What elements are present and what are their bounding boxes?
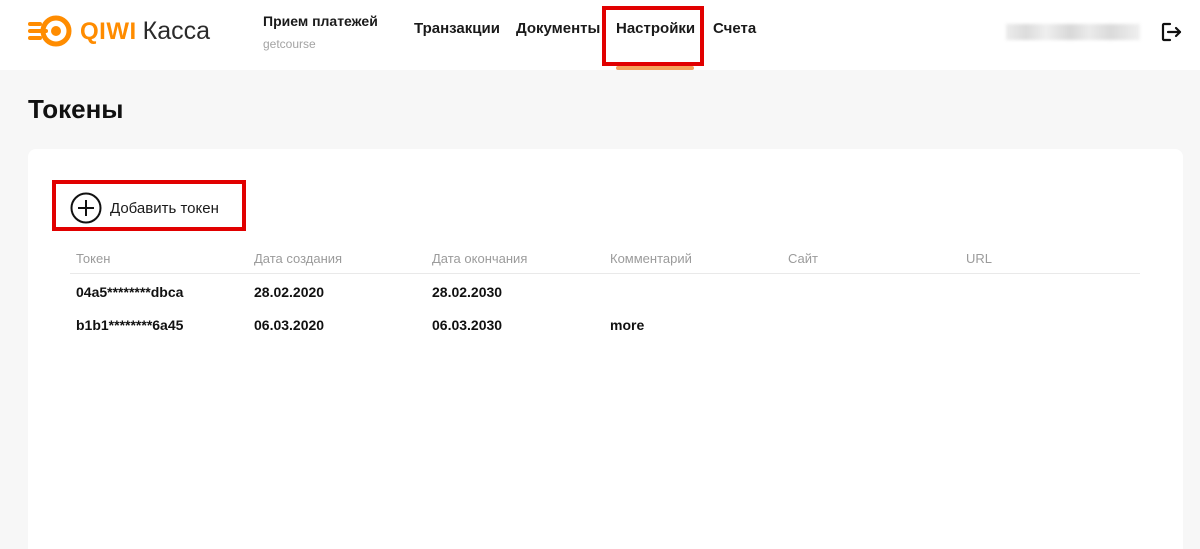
cell-created: 28.02.2020: [254, 284, 325, 300]
column-header-created[interactable]: Дата создания: [254, 251, 342, 266]
table-header-divider: [70, 273, 1140, 274]
nav-settings[interactable]: Настройки: [616, 20, 695, 37]
column-header-comment[interactable]: Комментарий: [610, 251, 692, 266]
active-tab-indicator: [616, 66, 694, 70]
cell-expires: 28.02.2030: [432, 284, 503, 300]
column-header-url[interactable]: URL: [966, 251, 992, 266]
account-selector[interactable]: Прием платежей getcourse: [263, 13, 378, 51]
logout-icon[interactable]: [1161, 22, 1183, 42]
top-header: QIWI Касса Прием платежей getcourse Тран…: [0, 0, 1200, 70]
column-header-expires[interactable]: Дата окончания: [432, 251, 527, 266]
cell-token: b1b1********6a45: [76, 317, 184, 333]
column-header-site[interactable]: Сайт: [788, 251, 818, 266]
logo-product: Касса: [142, 16, 211, 45]
logo-brand: QIWI: [80, 17, 137, 45]
add-token-button[interactable]: Добавить токен: [70, 192, 219, 224]
cell-token: 04a5********dbca: [76, 284, 184, 300]
column-header-token[interactable]: Токен: [76, 251, 110, 266]
page-title: Токены: [28, 94, 124, 124]
cell-comment-more-link[interactable]: more: [610, 317, 644, 333]
qiwi-logo-icon: [28, 15, 72, 47]
logo-text: QIWI Касса: [80, 17, 210, 46]
add-token-label: Добавить токен: [110, 199, 219, 217]
account-subtitle: getcourse: [263, 37, 316, 51]
nav-invoices[interactable]: Счета: [713, 20, 756, 37]
nav-documents[interactable]: Документы: [516, 20, 600, 37]
plus-circle-icon: [70, 192, 102, 224]
user-name-redacted[interactable]: [1006, 24, 1140, 40]
qiwi-logo[interactable]: QIWI Касса: [28, 13, 210, 49]
cell-expires: 06.03.2030: [432, 317, 503, 333]
account-title: Прием платежей: [263, 13, 378, 29]
cell-created: 06.03.2020: [254, 317, 325, 333]
nav-transactions[interactable]: Транзакции: [414, 20, 500, 37]
